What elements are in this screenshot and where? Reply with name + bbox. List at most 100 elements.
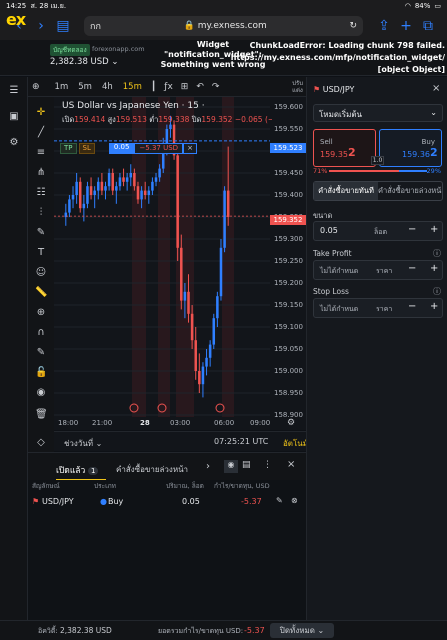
tab-instant-order[interactable]: คำสั่งซื้อขายทันที <box>314 182 378 200</box>
timeframe-1m[interactable]: 1m <box>50 82 74 92</box>
crosshair-icon[interactable]: ✛ <box>35 107 47 119</box>
trash-icon[interactable]: 🗑 <box>35 409 48 421</box>
tabs-icon[interactable]: ⧉ <box>417 18 439 34</box>
plus-icon[interactable]: + <box>430 301 438 312</box>
indicators-icon[interactable]: ƒx <box>164 82 173 92</box>
redo-icon[interactable]: ↷ <box>212 82 220 92</box>
zoom-in-icon[interactable]: ⊕ <box>35 307 47 319</box>
take-profit-field[interactable]: ไม่ได้กำหนด ราคา − + <box>313 260 443 280</box>
plus-icon[interactable]: + <box>430 224 438 235</box>
tab-pending-orders[interactable]: คำสั่งซื้อขายล่วงหน้า <box>116 463 188 476</box>
new-tab-icon[interactable]: + <box>395 18 417 34</box>
minus-icon[interactable]: − <box>408 301 416 312</box>
trade-panel: ⚑ USD/JPY × โหมดเริ่มต้น ⌄ Sell 159.35 2 … <box>306 77 447 640</box>
candle <box>198 371 201 385</box>
fib-icon[interactable]: ☷ <box>35 187 47 199</box>
price-tick-label: 159.200 <box>274 279 303 287</box>
collapse-icon[interactable]: ◇ <box>35 437 47 449</box>
calendar-icon[interactable]: ▣ <box>8 111 20 123</box>
session-band <box>222 97 234 417</box>
close-all-button[interactable]: ปิดทั้งหมด ⌄ <box>270 623 334 638</box>
close-icon[interactable]: × <box>287 459 295 470</box>
price-tick-label: 159.000 <box>274 367 303 375</box>
brush-icon[interactable]: ✎ <box>35 227 47 239</box>
browser-toolbar: ‹ › ▤ กก 🔒 my.exness.com ↻ ⇪ + ⧉ <box>0 12 447 40</box>
candle <box>125 177 129 182</box>
volume-field[interactable]: 0.05 ล็อต − + <box>313 221 443 241</box>
address-bar[interactable]: กก 🔒 my.exness.com ↻ <box>84 16 363 36</box>
tp-button[interactable]: TP <box>60 143 77 154</box>
customize-button[interactable]: ปรับ แต่ง <box>292 80 306 94</box>
add-indicator-icon[interactable]: ⊕ <box>32 82 40 92</box>
candle <box>180 247 183 301</box>
trendline-icon[interactable]: ╱ <box>35 127 47 139</box>
mode-select[interactable]: โหมดเริ่มต้น ⌄ <box>313 104 443 122</box>
lock-drawing-icon[interactable]: ✎ <box>35 347 47 359</box>
price-tick-label: 159.300 <box>274 235 303 243</box>
table-row[interactable]: ⚑ USD/JPY ● Buy 0.05 -5.37 ✎ ⊗ <box>32 494 302 510</box>
text-icon[interactable]: T <box>35 247 47 259</box>
price-tick-label: 159.150 <box>274 301 303 309</box>
info-icon[interactable]: ⓘ <box>433 248 441 259</box>
info-icon[interactable]: ⓘ <box>433 286 441 297</box>
plus-icon[interactable]: + <box>430 263 438 274</box>
eye-icon[interactable]: ◉ <box>35 387 47 399</box>
ruler-icon[interactable]: 📏 <box>35 287 47 299</box>
reload-icon[interactable]: ↻ <box>349 21 357 31</box>
order-volume[interactable]: 0.05 <box>108 143 135 154</box>
candle <box>143 190 147 195</box>
close-icon[interactable]: × <box>432 83 440 94</box>
date-range-button[interactable]: ช่วงวันที่ ⌄ <box>64 437 102 450</box>
account-balance[interactable]: 2,382.38 USD ⌄ <box>50 57 119 67</box>
buy-button[interactable]: Buy 159.36 2 <box>379 129 442 167</box>
time-tick-label: 28 <box>140 419 150 427</box>
exness-logo[interactable]: ex <box>6 10 26 29</box>
panel-symbol[interactable]: ⚑ USD/JPY <box>313 85 354 94</box>
book-icon[interactable]: ▤ <box>52 18 74 34</box>
share-icon[interactable]: ⇪ <box>373 18 395 34</box>
chart-settings-icon[interactable]: ⚙ <box>287 418 295 428</box>
sl-button[interactable]: SL <box>78 143 95 154</box>
candle-type-icon[interactable]: ┃ <box>151 82 156 92</box>
tab-pending-order[interactable]: คำสั่งซื้อขายล่วงหน้า <box>378 182 442 200</box>
layout-icon[interactable]: ⊞ <box>181 82 189 92</box>
horizontal-lines-icon[interactable]: ≡ <box>35 147 47 159</box>
time-axis[interactable]: 18:00 21:00 28 03:00 06:00 09:00 <box>54 417 306 431</box>
eye-icon[interactable]: ◉ <box>224 460 238 473</box>
more-icon[interactable]: ⋮ <box>263 460 272 470</box>
stop-loss-field[interactable]: ไม่ได้กำหนด ราคา − + <box>313 298 443 318</box>
candle <box>194 340 197 371</box>
trash-icon[interactable]: ▤ <box>242 460 251 470</box>
timeframe-5m[interactable]: 5m <box>73 82 97 92</box>
price-tick-label: 159.400 <box>274 191 303 199</box>
close-position-icon[interactable]: ⊗ <box>291 496 298 505</box>
price-tick-label: 159.600 <box>274 103 303 111</box>
sell-button[interactable]: Sell 159.35 2 <box>313 129 376 167</box>
sentiment-bar-sell <box>329 170 399 172</box>
reader-aa[interactable]: กก <box>90 19 101 33</box>
utc-clock[interactable]: 07:25:21 UTC <box>214 437 268 446</box>
settings-icon[interactable]: ⚙ <box>8 137 20 149</box>
timeframe-4h[interactable]: 4h <box>97 82 118 92</box>
total-pnl-label: ยอดรวมกำไร/ขาดทุน USD: <box>158 627 244 635</box>
candle <box>216 296 219 319</box>
drawing-toolbar: ✛ ╱ ≡ ⋔ ☷ ⫶ ✎ T ☺ 📏 ⊕ ∩ ✎ 🔓 ◉ 🗑 ◇ <box>28 97 54 457</box>
minus-icon[interactable]: − <box>408 263 416 274</box>
emoji-icon[interactable]: ☺ <box>35 267 47 279</box>
account-type-badge[interactable]: บัญชีทดลอง <box>50 44 90 56</box>
timeframe-15m[interactable]: 15m <box>118 82 147 92</box>
edit-icon[interactable]: ✎ <box>276 496 283 505</box>
pitchfork-icon[interactable]: ⋔ <box>35 167 47 179</box>
minus-icon[interactable]: − <box>408 224 416 235</box>
chevron-right-icon[interactable]: › <box>206 461 210 472</box>
tab-open-positions[interactable]: เปิดแล้ว 1 <box>56 463 99 477</box>
candle <box>205 357 208 367</box>
magnet-icon[interactable]: ∩ <box>35 327 47 339</box>
undo-icon[interactable]: ↶ <box>196 82 204 92</box>
order-type-tabs: คำสั่งซื้อขายทันที คำสั่งซื้อขายล่วงหน้า <box>313 181 443 201</box>
close-order-icon[interactable]: × <box>183 143 197 154</box>
forward-icon[interactable]: › <box>30 18 52 34</box>
menu-icon[interactable]: ☰ <box>8 85 20 97</box>
lock-icon[interactable]: 🔓 <box>35 367 47 379</box>
measure-icon[interactable]: ⫶ <box>35 207 47 219</box>
